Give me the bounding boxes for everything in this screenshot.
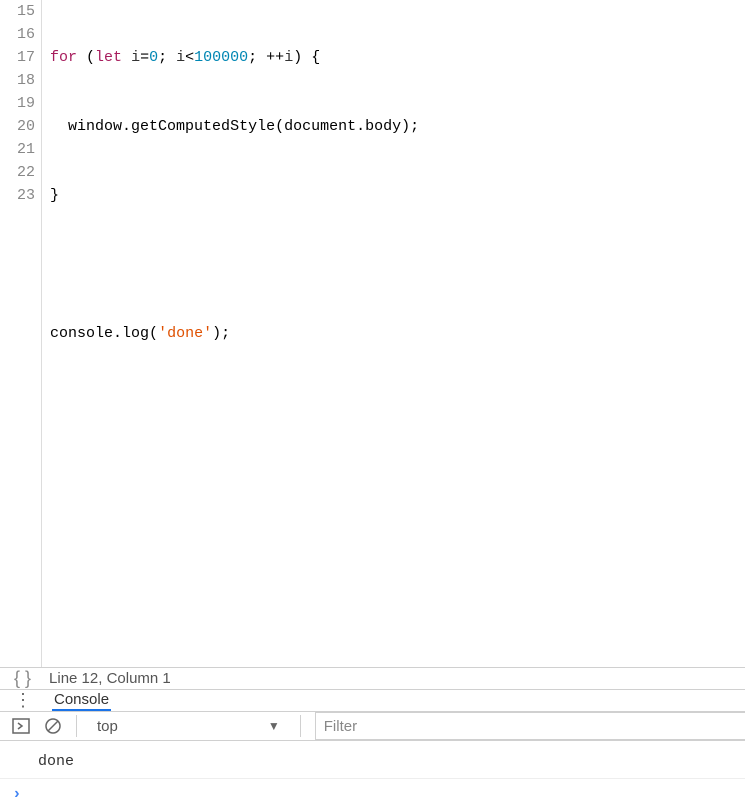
- code-line: }: [50, 184, 745, 207]
- code-line: [50, 598, 745, 621]
- console-log-entry: done: [0, 741, 745, 779]
- chevron-down-icon: ▼: [268, 719, 280, 733]
- filter-input[interactable]: [315, 712, 745, 740]
- code-line: [50, 460, 745, 483]
- line-number: 15: [0, 0, 35, 23]
- code-line: console.log('done');: [50, 322, 745, 345]
- code-line: for (let i=0; i<100000; ++i) {: [50, 46, 745, 69]
- code-editor[interactable]: 15 16 17 18 19 20 21 22 23 for (let i=0;…: [0, 0, 745, 667]
- code-line: [50, 253, 745, 276]
- code-line: [50, 391, 745, 414]
- context-value: top: [97, 718, 118, 735]
- console-tab-bar: ⋮ Console: [0, 690, 745, 712]
- line-number: 22: [0, 161, 35, 184]
- line-number: 18: [0, 69, 35, 92]
- line-number: 16: [0, 23, 35, 46]
- code-line: [50, 529, 745, 552]
- console-log-text: done: [38, 753, 74, 770]
- line-number: 19: [0, 92, 35, 115]
- format-icon[interactable]: { }: [14, 668, 31, 689]
- separator: [300, 715, 301, 737]
- line-number: 21: [0, 138, 35, 161]
- console-prompt[interactable]: ›: [0, 779, 745, 809]
- separator: [76, 715, 77, 737]
- line-number: 23: [0, 184, 35, 207]
- toggle-drawer-icon[interactable]: [12, 717, 30, 735]
- cursor-position: Line 12, Column 1: [49, 670, 171, 687]
- code-content[interactable]: for (let i=0; i<100000; ++i) { window.ge…: [42, 0, 745, 667]
- tab-label: Console: [54, 691, 109, 708]
- tab-console[interactable]: Console: [52, 690, 111, 711]
- editor-status-bar: { } Line 12, Column 1: [0, 667, 745, 690]
- clear-console-icon[interactable]: [44, 717, 62, 735]
- prompt-chevron-icon: ›: [12, 785, 22, 803]
- line-number: 20: [0, 115, 35, 138]
- line-number-gutter: 15 16 17 18 19 20 21 22 23: [0, 0, 42, 667]
- console-toolbar: top ▼: [0, 712, 745, 741]
- context-selector[interactable]: top ▼: [91, 718, 286, 735]
- line-number: 17: [0, 46, 35, 69]
- code-line: window.getComputedStyle(document.body);: [50, 115, 745, 138]
- more-options-icon[interactable]: ⋮: [14, 690, 32, 711]
